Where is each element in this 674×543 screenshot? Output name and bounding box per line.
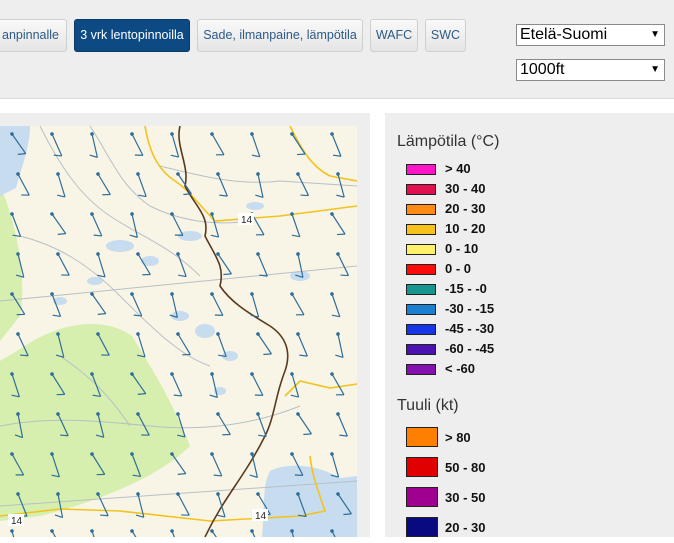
color-swatch (406, 364, 436, 375)
legend-label: -30 - -15 (445, 301, 495, 316)
legend-label: -15 - -0 (445, 281, 487, 296)
legend-label: 30 - 50 (445, 490, 486, 505)
temperature-legend-title: Lämpötila (°C) (397, 133, 500, 150)
legend-label: 0 - 0 (445, 261, 472, 276)
legend-label: 10 - 20 (445, 221, 486, 236)
color-swatch (406, 457, 438, 477)
legend-label: 20 - 30 (445, 520, 486, 535)
color-swatch (406, 224, 436, 235)
color-swatch (406, 284, 436, 295)
road-label: 14 (11, 516, 23, 527)
chevron-down-icon: ▼ (650, 64, 660, 75)
legend-label: 20 - 30 (445, 201, 486, 216)
legend-label: 0 - 10 (445, 241, 479, 256)
color-swatch (406, 427, 438, 447)
legend-label: > 40 (445, 161, 471, 176)
level-select[interactable]: 1000ft ▼ (516, 59, 665, 81)
legend-label: > 80 (445, 430, 471, 445)
spacer (0, 99, 674, 113)
region-select-value: Etelä-Suomi (520, 26, 608, 43)
road-label: 14 (241, 215, 253, 226)
toolbar: anpinnalle 3 vrk lentopinnoilla Sade, il… (0, 0, 674, 99)
tab-sade-ilmanpaine-lampotila[interactable]: Sade, ilmanpaine, lämpötila (197, 19, 363, 52)
weather-map[interactable]: 14 14 14 (0, 126, 357, 537)
legend-label: 50 - 80 (445, 460, 486, 475)
legend-label: 30 - 40 (445, 181, 486, 196)
tab-swc[interactable]: SWC (425, 19, 466, 52)
legend-label: -60 - -45 (445, 341, 495, 356)
tab-wafc[interactable]: WAFC (370, 19, 418, 52)
legend-label: < -60 (445, 361, 475, 376)
chevron-down-icon: ▼ (650, 29, 660, 40)
tab-3vrk-lentopinnoilla[interactable]: 3 vrk lentopinnoilla (74, 19, 190, 52)
color-swatch (406, 304, 436, 315)
wind-legend-title: Tuuli (kt) (397, 397, 459, 414)
color-swatch (406, 264, 436, 275)
color-swatch (406, 324, 436, 335)
legend-label: -45 - -30 (445, 321, 495, 336)
color-swatch (406, 164, 436, 175)
color-swatch (406, 204, 436, 215)
road-label: 14 (255, 511, 267, 522)
color-swatch (406, 344, 436, 355)
map-canvas: 14 14 14 (0, 126, 357, 537)
color-swatch (406, 244, 436, 255)
color-swatch (406, 517, 438, 537)
tab-maanpinnalle[interactable]: anpinnalle (0, 19, 67, 52)
color-swatch (406, 184, 436, 195)
level-select-value: 1000ft (520, 61, 565, 78)
region-select[interactable]: Etelä-Suomi ▼ (516, 24, 665, 46)
color-swatch (406, 487, 438, 507)
